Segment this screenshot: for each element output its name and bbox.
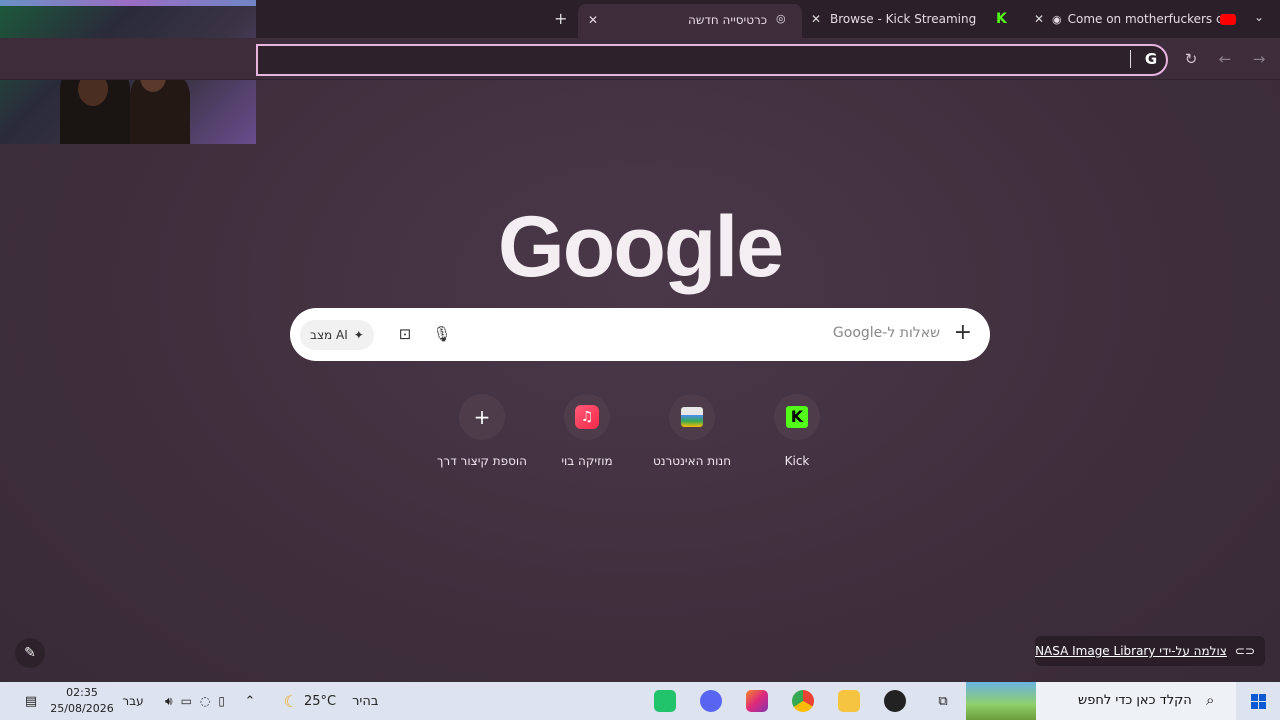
tab-youtube[interactable]: ◉ Come on motherfuckers co (1052, 4, 1220, 34)
instagram-icon[interactable] (744, 682, 770, 720)
add-icon: + (459, 394, 505, 440)
web-store-icon (681, 407, 703, 427)
shortcut-web-store[interactable]: חנות האינטרנט (637, 394, 747, 468)
obs-app-icon[interactable] (882, 682, 908, 720)
discord-icon[interactable] (698, 682, 724, 720)
back-button[interactable]: ← (1214, 48, 1236, 70)
windows-start-icon[interactable] (1242, 682, 1274, 720)
shortcut-music[interactable]: ♫ מוזיקה בוי (532, 394, 642, 468)
close-tab-icon[interactable]: ✕ (1034, 12, 1044, 26)
tab-search-chevron-down-icon[interactable]: ⌄ (1254, 10, 1264, 24)
chevron-up-icon[interactable]: ⌃ (240, 682, 260, 720)
shortcut-icon-bg: K (774, 394, 820, 440)
app-green-icon[interactable] (652, 682, 678, 720)
tab-label: כרטיסייה חדשה (688, 13, 768, 27)
clock[interactable]: 02:35 25/08/2026 (50, 685, 114, 717)
search-icon: ⌕ (1206, 691, 1215, 709)
tab-kick[interactable]: Browse - Kick Streaming (830, 4, 990, 34)
volume-icon[interactable]: 🔊︎ (165, 694, 173, 709)
sparkle-search-icon: ✦ (353, 328, 364, 342)
system-tray: 🔊︎ ▭ ◌ ▯ (150, 682, 240, 720)
text-caret (1130, 50, 1131, 68)
file-explorer-icon[interactable] (836, 682, 862, 720)
moon-icon: ☾ (283, 691, 298, 711)
shortcut-kick[interactable]: K Kick (742, 394, 852, 468)
add-attachment-button[interactable]: + (954, 320, 972, 345)
device-icon[interactable]: ▯ (218, 694, 225, 708)
shortcut-icon-bg: ♫ (564, 394, 610, 440)
ai-mode-button[interactable]: מצב AI ✦ (300, 320, 374, 350)
address-bar[interactable] (256, 44, 1168, 76)
chrome-taskbar-icon[interactable] (790, 682, 816, 720)
task-view-icon[interactable]: ⧉ (930, 682, 956, 720)
shortcut-label: Kick (784, 454, 810, 468)
shortcut-label: הוספת קיצור דרך (436, 454, 528, 468)
windows-taskbar: הקלד כאן כדי לחפש ⌕ ⧉ ☾ 25°C בהיר ⌃ 🔊︎ ▭… (0, 682, 1280, 720)
chrome-icon: ◎ (776, 12, 786, 25)
search-input[interactable]: שאלות ל-Google (833, 325, 940, 341)
led-lights (0, 0, 256, 6)
network-icon[interactable]: ◌ (200, 694, 210, 708)
credit-text: צולמה על-ידי NASA Image Library (1035, 644, 1227, 658)
kick-favicon-icon: K (996, 11, 1007, 27)
clock-date: 25/08/2026 (50, 702, 114, 715)
google-lens-icon[interactable]: ⊡ (394, 323, 416, 345)
shortcut-label: מוזיקה בוי (561, 454, 613, 468)
shortcut-add[interactable]: + הוספת קיצור דרך (427, 394, 537, 468)
microphone-icon[interactable]: 🎙︎ (431, 323, 453, 345)
notifications-icon[interactable]: ▤ (18, 682, 44, 720)
search-highlight-image (966, 682, 1036, 720)
weather-text: בהיר (352, 693, 379, 709)
taskbar-search-input[interactable]: הקלד כאן כדי לחפש (1078, 693, 1192, 708)
weather-temp: 25°C (303, 693, 337, 709)
new-tab-button[interactable]: + (554, 9, 567, 28)
language-indicator[interactable]: עבר (118, 682, 148, 720)
youtube-favicon-icon (1220, 4, 1240, 34)
search-box[interactable]: מצב AI ✦ ⊡ 🎙︎ שאלות ל-Google + (290, 308, 990, 361)
shortcut-icon-bg (669, 394, 715, 440)
link-icon: ⊂⊃ (1234, 644, 1255, 658)
clock-time: 02:35 (66, 686, 98, 699)
google-g-icon: G (1144, 50, 1158, 68)
google-logo: Google (497, 199, 784, 295)
display-icon[interactable]: ▭ (181, 694, 192, 708)
kick-icon: K (786, 406, 808, 428)
tab-new-tab[interactable]: ✕ כרטיסייה חדשה ◎ (578, 4, 802, 38)
music-icon: ♫ (575, 405, 599, 429)
close-tab-icon[interactable]: ✕ (588, 13, 598, 27)
forward-button[interactable]: → (1248, 48, 1270, 70)
close-tab-icon[interactable]: ✕ (811, 12, 821, 26)
taskbar-search[interactable]: הקלד כאן כדי לחפש ⌕ (966, 682, 1236, 720)
audio-icon: ◉ (1052, 12, 1062, 26)
weather-widget[interactable]: ☾ 25°C בהיר (276, 682, 386, 720)
ai-mode-label: מצב AI (310, 328, 348, 342)
shortcut-label: חנות האינטרנט (652, 454, 732, 468)
customize-pencil-icon[interactable]: ✎ (15, 638, 45, 668)
reload-button[interactable]: ↻ (1180, 48, 1202, 70)
tab-label: Come on motherfuckers co (1067, 12, 1220, 26)
tab-label: Browse - Kick Streaming (830, 12, 977, 26)
background-credit-link[interactable]: צולמה על-ידי NASA Image Library ⊂⊃ (1035, 636, 1265, 666)
